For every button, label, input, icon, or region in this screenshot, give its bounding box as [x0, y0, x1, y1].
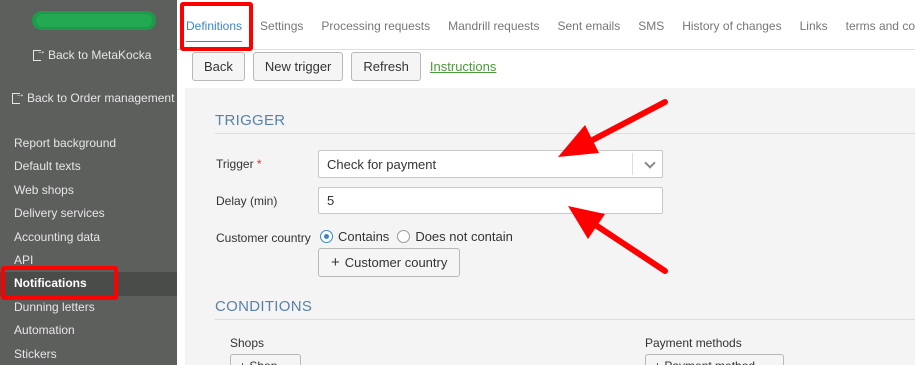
back-to-metakocka-label: Back to MetaKocka — [48, 48, 152, 62]
divider — [215, 133, 915, 134]
required-mark: * — [256, 157, 262, 171]
conditions-section-title: CONDITIONS — [215, 298, 313, 315]
chevron-down-icon — [644, 157, 656, 169]
payment-methods-label: Payment methods — [645, 336, 742, 350]
sidebar-item-accounting-data[interactable]: Accounting data — [0, 226, 177, 249]
divider — [215, 319, 915, 320]
does-not-contain-label: Does not contain — [415, 229, 513, 244]
trigger-select[interactable]: Check for payment — [318, 150, 663, 178]
add-payment-method-button[interactable]: + Payment method — [645, 354, 784, 365]
sidebar-item-default-texts[interactable]: Default texts — [0, 155, 177, 178]
new-trigger-button[interactable]: New trigger — [252, 52, 344, 81]
instructions-link[interactable]: Instructions — [430, 59, 496, 74]
tab-sent-emails[interactable]: Sent emails — [549, 0, 630, 50]
sidebar-item-report-background[interactable]: Report background — [0, 132, 177, 155]
tab-terms-and-conditions[interactable]: terms and condi — [837, 0, 915, 50]
delay-label: Delay (min) — [216, 194, 278, 208]
sidebar: Back to MetaKocka Back to Order manageme… — [0, 0, 177, 365]
does-not-contain-radio[interactable] — [397, 230, 411, 243]
sidebar-item-automation[interactable]: Automation — [0, 319, 177, 342]
plus-icon: + — [331, 254, 340, 271]
sidebar-item-delivery-services[interactable]: Delivery services — [0, 202, 177, 225]
refresh-button[interactable]: Refresh — [351, 52, 421, 81]
add-customer-country-button[interactable]: + Customer country — [318, 248, 461, 277]
delay-input[interactable] — [318, 187, 663, 214]
toolbar: Back New trigger Refresh Instructions — [192, 52, 496, 81]
contains-radio[interactable] — [320, 230, 333, 243]
sidebar-item-stickers[interactable]: Stickers — [0, 343, 177, 365]
tab-processing-requests[interactable]: Processing requests — [312, 0, 439, 50]
form-content: TRIGGER Trigger * Check for payment Dela… — [185, 88, 915, 365]
sidebar-menu: Report background Default texts Web shop… — [0, 132, 177, 365]
shops-label: Shops — [230, 336, 265, 350]
trigger-label: Trigger * — [216, 157, 262, 171]
tab-links[interactable]: Links — [791, 0, 837, 50]
tab-mandrill-requests[interactable]: Mandrill requests — [439, 0, 548, 50]
exit-icon — [12, 89, 25, 104]
tab-history-of-changes[interactable]: History of changes — [673, 0, 790, 50]
back-button[interactable]: Back — [192, 52, 245, 81]
customer-country-label: Customer country — [216, 231, 311, 245]
select-separator — [632, 153, 633, 175]
logo[interactable] — [32, 11, 156, 30]
tab-settings[interactable]: Settings — [251, 0, 312, 50]
tab-bar: Definitions Settings Processing requests… — [177, 0, 915, 50]
back-to-orders-label: Back to Order management — [27, 91, 175, 105]
tab-sms[interactable]: SMS — [629, 0, 673, 50]
add-shop-button[interactable]: + Shop — [230, 354, 301, 365]
trigger-select-value: Check for payment — [327, 157, 437, 172]
main-panel: Definitions Settings Processing requests… — [177, 0, 915, 365]
back-to-order-management-link[interactable]: Back to Order management — [12, 89, 175, 105]
back-to-metakocka-link[interactable]: Back to MetaKocka — [33, 46, 152, 62]
sidebar-item-web-shops[interactable]: Web shops — [0, 179, 177, 202]
trigger-section-title: TRIGGER — [215, 112, 286, 129]
notifications-highlight-box — [1, 266, 118, 300]
definitions-highlight-box — [180, 2, 253, 51]
contains-label: Contains — [338, 229, 390, 244]
exit-icon — [33, 46, 46, 61]
country-radio-group: Contains Does not contain — [320, 229, 521, 244]
